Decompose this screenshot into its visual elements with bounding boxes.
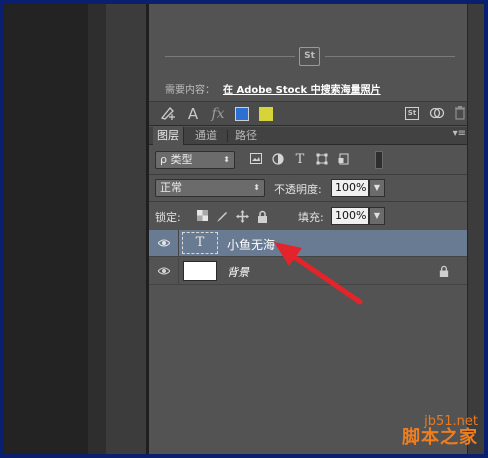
fill-input[interactable]: 100% xyxy=(331,207,369,225)
canvas-area xyxy=(4,4,88,454)
fill-label: 填充: xyxy=(298,211,324,224)
blend-mode-value: 正常 xyxy=(160,181,182,194)
layers-panel: St 需要内容： 在 Adobe Stock 中搜索海量照片 A fx St 图层… xyxy=(149,4,468,454)
tab-paths[interactable]: 路径 xyxy=(231,127,261,145)
lock-row: 锁定: 填充: 100% ▼ xyxy=(149,202,468,230)
panel-menu-icon[interactable]: ▾≡ xyxy=(453,128,466,139)
layer-lock-icon xyxy=(439,265,449,277)
adjustment-filter-icon[interactable] xyxy=(271,153,285,167)
lock-position-move-icon[interactable] xyxy=(235,210,249,224)
fx-icon[interactable]: fx xyxy=(209,105,227,123)
tab-channels[interactable]: 通道 xyxy=(191,127,221,145)
fill-dropdown-button[interactable]: ▼ xyxy=(369,207,385,225)
visibility-cell[interactable] xyxy=(149,230,179,256)
stock-prefix: 需要内容： xyxy=(165,85,215,96)
stock-text: 需要内容： 在 Adobe Stock 中搜索海量照片 xyxy=(165,81,381,96)
scrollbar-track[interactable] xyxy=(468,4,484,454)
foreground-swatch[interactable] xyxy=(235,105,251,123)
screenshot-frame: St 需要内容： 在 Adobe Stock 中搜索海量照片 A fx St 图层… xyxy=(4,4,484,454)
character-style-icon[interactable]: A xyxy=(185,105,201,123)
lock-pixels-brush-icon[interactable] xyxy=(215,210,229,224)
updown-arrow-icon: ⬍ xyxy=(253,183,260,192)
stock-section: St 需要内容： 在 Adobe Stock 中搜索海量照片 xyxy=(149,4,468,100)
tab-separator xyxy=(227,130,228,142)
updown-arrow-icon: ⬍ xyxy=(223,155,230,164)
watermark-brand: 脚本之家 xyxy=(402,427,478,449)
lock-label: 锁定: xyxy=(155,211,181,224)
layer-name[interactable]: 小鱼无海 xyxy=(227,236,275,253)
lock-transparent-icon[interactable] xyxy=(195,210,209,224)
blend-mode-select[interactable]: 正常 ⬍ xyxy=(155,179,265,197)
stock-divider-left xyxy=(165,56,295,57)
canvas-edge xyxy=(88,4,106,454)
stock-icon[interactable]: St xyxy=(405,105,421,123)
watermark: jb51.net 脚本之家 xyxy=(402,415,478,448)
brush-add-icon[interactable] xyxy=(159,105,177,123)
filter-toggle[interactable] xyxy=(375,151,383,169)
stock-search-link[interactable]: 在 Adobe Stock 中搜索海量照片 xyxy=(223,85,381,96)
opacity-label: 不透明度: xyxy=(274,183,322,196)
image-filter-icon[interactable] xyxy=(249,153,263,167)
text-layer-thumbnail: T xyxy=(182,232,218,254)
filter-kind-select[interactable]: ρ 类型 ⬍ xyxy=(155,151,235,169)
filter-row: ρ 类型 ⬍ T xyxy=(149,146,468,174)
opacity-dropdown-button[interactable]: ▼ xyxy=(369,179,385,197)
trash-icon[interactable] xyxy=(453,105,467,123)
library-toolbar: A fx St xyxy=(149,101,468,126)
sync-icon[interactable] xyxy=(429,105,445,123)
background-layer-thumbnail xyxy=(183,261,217,281)
eye-icon[interactable] xyxy=(158,266,170,276)
layer-row-background[interactable]: 背景 xyxy=(149,258,468,285)
filter-kind-label: ρ 类型 xyxy=(160,153,193,166)
smart-object-filter-icon[interactable] xyxy=(337,153,351,167)
type-filter-icon[interactable]: T xyxy=(293,153,307,167)
layer-row-text[interactable]: T 小鱼无海 xyxy=(149,230,468,257)
lock-all-icon[interactable] xyxy=(255,210,269,224)
eye-icon[interactable] xyxy=(158,238,170,248)
layer-name[interactable]: 背景 xyxy=(227,264,249,280)
panel-tabs: 图层 通道 路径 ▾≡ xyxy=(149,127,468,145)
stock-badge: St xyxy=(299,47,320,66)
blend-row: 正常 ⬍ 不透明度: 100% ▼ xyxy=(149,175,468,201)
swatch-yellow xyxy=(259,107,273,121)
swatch-blue xyxy=(235,107,249,121)
visibility-cell[interactable] xyxy=(149,258,179,284)
tab-layers[interactable]: 图层 xyxy=(153,127,184,145)
side-dock xyxy=(106,4,146,454)
opacity-input[interactable]: 100% xyxy=(331,179,369,197)
shape-filter-icon[interactable] xyxy=(315,153,329,167)
stock-divider-right xyxy=(325,56,455,57)
background-swatch[interactable] xyxy=(259,105,275,123)
